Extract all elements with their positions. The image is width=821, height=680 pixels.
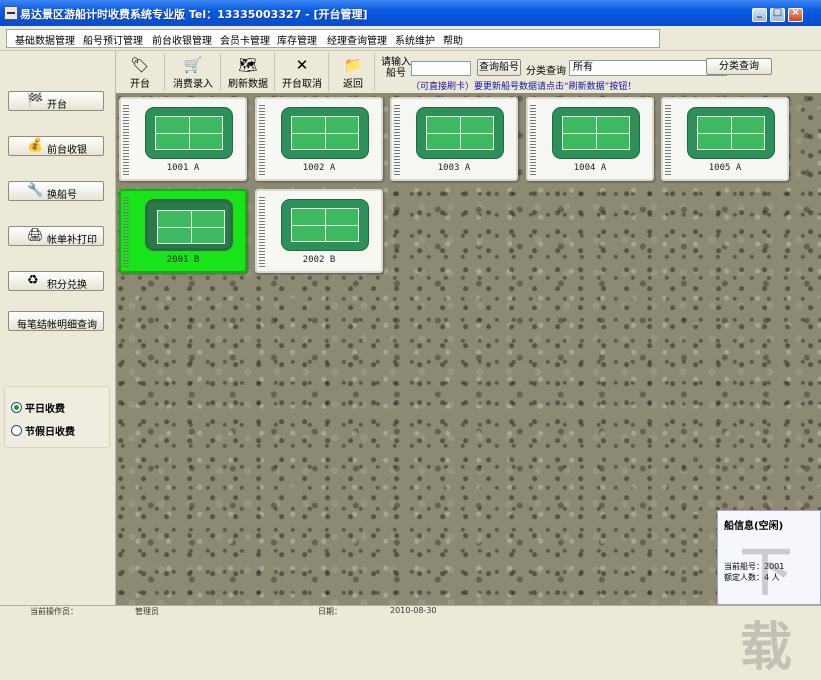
menu-bar: 基础数据管理 船号预订管理 前台收银管理 会员卡管理 库存管理 经理查询管理 系… — [0, 26, 821, 51]
court-icon — [281, 107, 369, 159]
app-icon[interactable] — [4, 6, 18, 20]
sidebar-detail-query-button[interactable]: 每笔结帐明细查询 — [8, 311, 104, 331]
open-table-icon: 🏁 — [27, 93, 44, 108]
menu-inventory[interactable]: 库存管理 — [277, 32, 317, 47]
sidebar-cashier-button[interactable]: 💰 前台收银 — [8, 136, 104, 156]
title-bar: 易达景区游船计时收费系统专业版 Tel：13335003327 - [开台管理]… — [0, 0, 821, 26]
court-icon — [416, 107, 504, 159]
cashier-icon: 💰 — [27, 138, 44, 153]
open-icon: 🏷 — [130, 56, 150, 74]
menu-system[interactable]: 系统维护 — [395, 32, 435, 47]
close-button[interactable]: × — [788, 7, 803, 22]
status-bar: 当前操作员： 管理员 日期： 2010-08-30 — [0, 605, 821, 616]
toolbar-open-button[interactable]: 🏷 开台 — [116, 53, 165, 91]
printer-icon: 🖨 — [27, 228, 44, 243]
points-icon: ♻ — [27, 273, 39, 288]
minimize-button[interactable]: _ — [752, 7, 767, 22]
menu-container: 基础数据管理 船号预订管理 前台收银管理 会员卡管理 库存管理 经理查询管理 系… — [6, 29, 660, 48]
boat-grid: 1001 A 1002 A 1003 A 1004 A 1005 A 2001 … — [116, 93, 821, 605]
refresh-hint: （可直接刷卡）要更新船号数据请点击“刷新数据”按钮！ — [411, 82, 637, 92]
court-icon — [687, 107, 775, 159]
cancel-icon: ✕ — [295, 56, 309, 74]
court-icon — [281, 199, 369, 251]
radio-checked-icon — [11, 402, 22, 413]
toolbar-return-button[interactable]: 📁 返回 — [332, 53, 375, 91]
toolbar: 🏷 开台 🛒 消费录入 🗺 刷新数据 ✕ 开台取消 📁 返回 请输入船号 查询船… — [116, 51, 821, 93]
court-icon — [552, 107, 640, 159]
consume-icon: 🛒 — [183, 56, 203, 74]
weekday-radio[interactable]: 平日收费 — [11, 400, 111, 415]
sidebar-swap-boat-button[interactable]: 🔧 换船号 — [8, 181, 104, 201]
query-boat-button[interactable]: 查询船号 — [477, 59, 521, 76]
menu-cashier[interactable]: 前台收银管理 — [152, 32, 212, 47]
court-icon — [145, 199, 233, 251]
menu-help[interactable]: 帮助 — [443, 32, 463, 47]
swap-icon: 🔧 — [27, 183, 44, 198]
holiday-radio[interactable]: 节假日收费 — [11, 423, 111, 438]
boat-number-input[interactable] — [411, 61, 471, 76]
boat-card-1003[interactable]: 1003 A — [390, 97, 518, 181]
left-sidebar: 🏁 开台 💰 前台收银 🔧 换船号 🖨 帐单补打印 ♻ 积分兑换 每笔结帐明细查… — [0, 51, 116, 605]
boat-number-prompt: 请输入船号 — [381, 57, 411, 79]
sidebar-reprint-button[interactable]: 🖨 帐单补打印 — [8, 226, 104, 246]
boat-card-2001[interactable]: 2001 B — [119, 189, 247, 273]
boat-card-1005[interactable]: 1005 A — [661, 97, 789, 181]
return-icon: 📁 — [343, 56, 363, 74]
category-query-button[interactable]: 分类查询 — [706, 58, 772, 75]
menu-membership[interactable]: 会员卡管理 — [220, 32, 270, 47]
status-date: 2010-08-30 — [390, 606, 437, 615]
radio-unchecked-icon — [11, 425, 22, 436]
toolbar-cancel-open-button[interactable]: ✕ 开台取消 — [276, 53, 329, 91]
court-icon — [145, 107, 233, 159]
sidebar-points-button[interactable]: ♻ 积分兑换 — [8, 271, 104, 291]
boat-card-1002[interactable]: 1002 A — [255, 97, 383, 181]
boat-card-2002[interactable]: 2002 B — [255, 189, 383, 273]
category-label: 分类查询 — [526, 66, 566, 77]
refresh-icon: 🗺 — [238, 56, 258, 74]
category-select[interactable]: 所有 ▼ — [569, 60, 727, 76]
pricing-radio-group: 平日收费 节假日收费 — [4, 386, 110, 448]
toolbar-refresh-button[interactable]: 🗺 刷新数据 — [222, 53, 275, 91]
maximize-button[interactable]: □ — [770, 7, 785, 22]
sidebar-open-button[interactable]: 🏁 开台 — [8, 91, 104, 111]
boat-card-1004[interactable]: 1004 A — [526, 97, 654, 181]
menu-basic-data[interactable]: 基础数据管理 — [15, 32, 75, 47]
window-title: 易达景区游船计时收费系统专业版 Tel：13335003327 - [开台管理] — [20, 8, 368, 21]
toolbar-consume-button[interactable]: 🛒 消费录入 — [166, 53, 221, 91]
menu-manager-query[interactable]: 经理查询管理 — [327, 32, 387, 47]
menu-booking[interactable]: 船号预订管理 — [83, 32, 143, 47]
boat-card-1001[interactable]: 1001 A — [119, 97, 247, 181]
